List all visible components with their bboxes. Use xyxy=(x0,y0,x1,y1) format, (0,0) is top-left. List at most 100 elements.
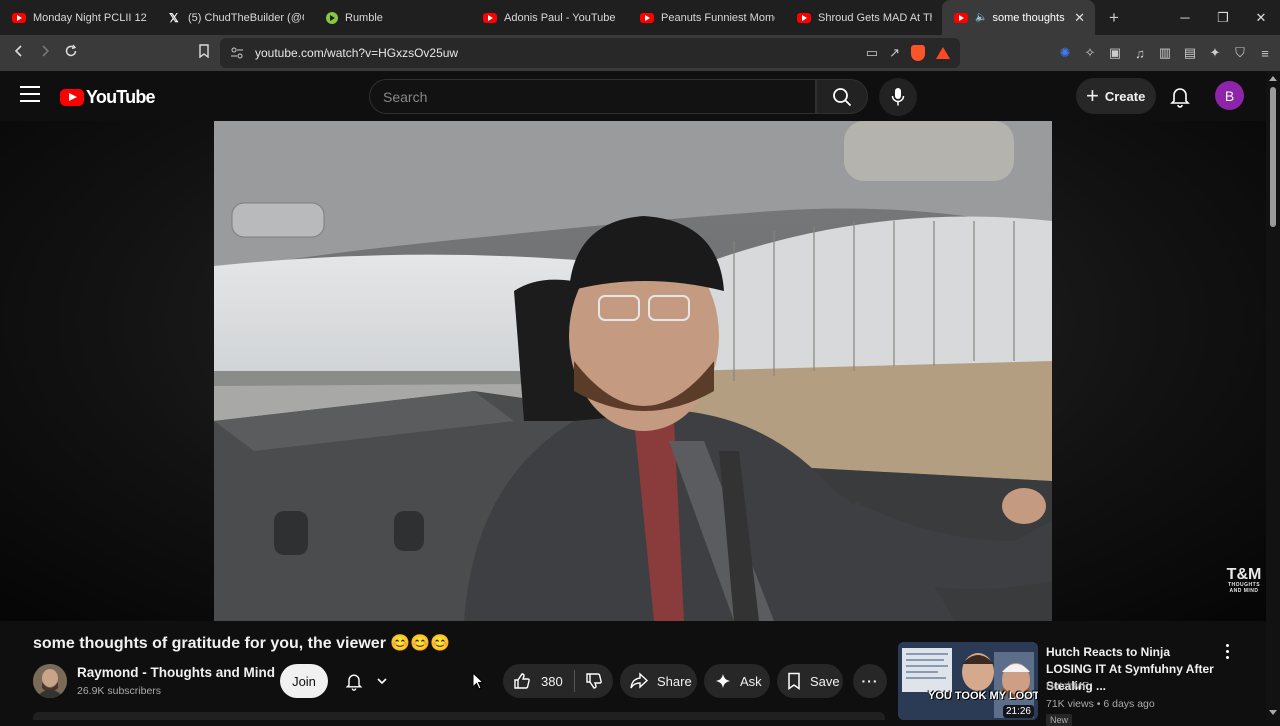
browser-tab[interactable]: Adonis Paul - YouTube xyxy=(471,0,628,35)
screenshot-icon[interactable]: ▣ xyxy=(1108,45,1122,61)
like-count: 380 xyxy=(541,673,563,689)
plus-icon: + xyxy=(1086,83,1099,108)
description-box[interactable] xyxy=(33,712,885,720)
like-dislike-group: 380 xyxy=(503,664,613,698)
chevron-down-icon xyxy=(377,678,387,685)
search-input[interactable] xyxy=(370,80,815,113)
browser-tab[interactable]: Rumble xyxy=(314,0,471,35)
youtube-logo[interactable]: YouTube xyxy=(60,87,156,108)
browser-tab[interactable]: Shroud Gets MAD At TheB xyxy=(785,0,942,35)
bookmark-icon[interactable] xyxy=(191,43,217,63)
scroll-down-icon[interactable] xyxy=(1269,710,1277,715)
browser-tab[interactable]: Peanuts Funniest Moment xyxy=(628,0,785,35)
youtube-logo-icon xyxy=(60,89,84,106)
video-frame[interactable] xyxy=(214,121,1052,621)
new-badge: New xyxy=(1046,714,1073,726)
tab-title: Rumble xyxy=(345,11,383,24)
browser-tab-active[interactable]: 🔈 some thoughts of ✕ xyxy=(942,0,1095,35)
tab-title: Shroud Gets MAD At TheB xyxy=(818,11,932,24)
tab-title: Peanuts Funniest Moment xyxy=(661,11,775,24)
account-avatar[interactable]: B xyxy=(1215,81,1244,110)
voice-search-button[interactable] xyxy=(879,78,917,116)
media-icon[interactable]: ♫ xyxy=(1133,46,1147,61)
share-button[interactable]: Share xyxy=(620,664,697,698)
thumbs-down-icon xyxy=(586,673,602,689)
save-button[interactable]: Save xyxy=(777,664,843,698)
join-button[interactable]: Join xyxy=(280,664,328,698)
scrollbar-thumb[interactable] xyxy=(1270,87,1276,227)
subscriber-count: 26.9K subscribers xyxy=(77,685,162,697)
new-tab-button[interactable]: + xyxy=(1109,8,1119,28)
like-button[interactable]: 380 xyxy=(503,670,575,692)
video-title: some thoughts of gratitude for you, the … xyxy=(33,635,451,652)
notifications-button[interactable] xyxy=(1168,84,1192,108)
x-icon: 𝕏 xyxy=(169,10,179,25)
youtube-header: YouTube + Create B xyxy=(0,71,1280,121)
youtube-icon xyxy=(483,12,497,23)
video-duration: 21:26 xyxy=(1002,705,1034,718)
bell-icon xyxy=(1170,88,1190,108)
recommended-meta: 71K views • 6 days ago xyxy=(1046,698,1155,710)
mouse-cursor-icon xyxy=(472,672,484,690)
tab-title: some thoughts of xyxy=(992,11,1066,24)
address-bar[interactable]: youtube.com/watch?v=HGxzsOv25uw ▭ ↗ xyxy=(220,38,960,68)
speaker-icon[interactable]: 🔈 xyxy=(975,12,987,23)
close-tab-icon[interactable]: ✕ xyxy=(1074,10,1085,26)
guide-menu-icon[interactable] xyxy=(20,86,40,106)
search-icon xyxy=(833,87,852,106)
cast-icon[interactable]: ▭ xyxy=(866,45,878,61)
bookmark-icon xyxy=(788,672,800,690)
browser-tab-strip: Monday Night PCLII 12.29 𝕏 (5) ChudTheBu… xyxy=(0,0,1280,35)
brave-rewards-icon[interactable] xyxy=(936,47,950,59)
extensions-icon[interactable]: ✧ xyxy=(1083,45,1097,61)
sidebar-icon[interactable]: ▥ xyxy=(1158,45,1172,61)
browser-tab[interactable]: Monday Night PCLII 12.29 xyxy=(0,0,157,35)
more-actions-button[interactable]: ··· xyxy=(853,664,887,698)
thumbnail-caption: YOU TOOK MY LOOT xyxy=(928,690,1038,702)
channel-avatar[interactable] xyxy=(33,664,67,698)
search-box xyxy=(369,79,816,114)
youtube-icon xyxy=(12,12,26,23)
page-scrollbar[interactable] xyxy=(1266,71,1280,720)
recommended-thumbnail[interactable]: YOU TOOK MY LOOT 21:26 xyxy=(898,642,1038,720)
search-button[interactable] xyxy=(816,79,868,114)
restore-icon[interactable]: ❐ xyxy=(1204,10,1242,26)
more-vertical-icon[interactable] xyxy=(1222,644,1232,660)
vpn-shield-icon[interactable]: ⛉ xyxy=(1233,45,1247,61)
browser-tab[interactable]: 𝕏 (5) ChudTheBuilder (@Ch xyxy=(157,0,314,35)
ask-button[interactable]: Ask xyxy=(704,664,770,698)
watermark-subtext: THOUGHTS AND MIND xyxy=(1227,582,1261,594)
share-icon xyxy=(630,672,649,689)
brave-shield-icon[interactable] xyxy=(911,45,925,61)
menu-icon[interactable]: ≡ xyxy=(1258,46,1272,61)
close-window-icon[interactable]: ✕ xyxy=(1242,10,1280,26)
ask-label: Ask xyxy=(740,673,762,689)
minimize-icon[interactable]: ─ xyxy=(1166,10,1204,25)
recommended-channel[interactable]: HutchMF xyxy=(1046,680,1089,692)
forward-icon[interactable] xyxy=(32,44,58,63)
channel-name[interactable]: Raymond - Thoughts and Mind xyxy=(77,665,275,680)
site-settings-icon[interactable] xyxy=(230,46,244,65)
thumbs-up-icon xyxy=(514,673,530,689)
leo-ai-icon[interactable]: ✦ xyxy=(1208,45,1222,61)
reload-icon[interactable] xyxy=(58,44,84,63)
video-player[interactable]: T&M THOUGHTS AND MIND xyxy=(0,121,1266,621)
share-label: Share xyxy=(657,673,692,689)
channel-avatar-image xyxy=(33,664,67,698)
tab-title: (5) ChudTheBuilder (@Ch xyxy=(188,11,304,24)
create-button[interactable]: + Create xyxy=(1076,78,1156,114)
channel-watermark[interactable]: T&M THOUGHTS AND MIND xyxy=(1222,566,1266,595)
wallet-icon[interactable]: ▤ xyxy=(1183,45,1197,61)
back-icon[interactable] xyxy=(6,44,32,63)
youtube-logo-text: YouTube xyxy=(86,87,156,107)
rumble-icon xyxy=(326,11,338,24)
dislike-button[interactable] xyxy=(575,672,613,690)
bell-icon xyxy=(345,674,363,691)
share-page-icon[interactable]: ↗ xyxy=(889,45,900,61)
scroll-up-icon[interactable] xyxy=(1269,76,1277,81)
watermark-logo: T&M xyxy=(1226,566,1262,583)
tab-title: Monday Night PCLII 12.29 xyxy=(33,11,147,24)
subscription-notifications-button[interactable] xyxy=(338,664,398,698)
microphone-icon xyxy=(891,88,905,106)
vpn-icon[interactable]: ✺ xyxy=(1058,45,1072,61)
